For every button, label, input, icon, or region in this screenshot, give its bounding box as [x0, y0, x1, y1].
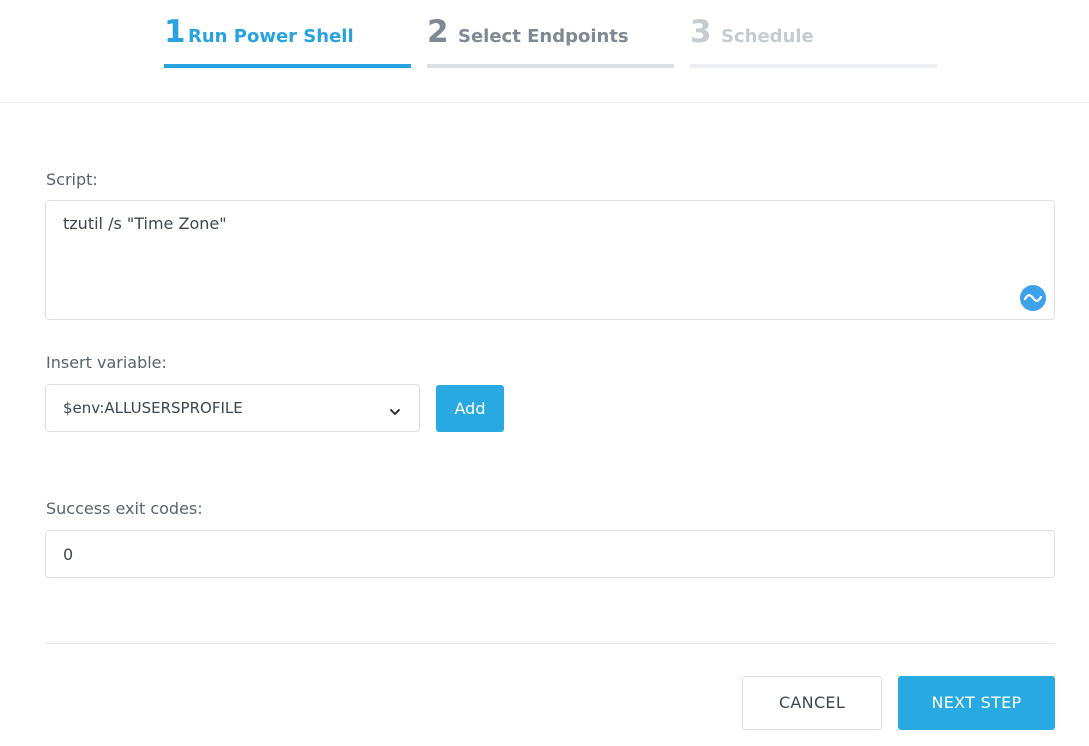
- variable-select-value: $env:ALLUSERSPROFILE: [63, 399, 243, 417]
- wizard-stepper: 1 Run Power Shell 2 Select Endpoints 3 S…: [0, 0, 1089, 103]
- script-text[interactable]: tzutil /s "Time Zone": [63, 214, 227, 233]
- add-variable-button[interactable]: Add: [436, 385, 504, 432]
- step-label: Run Power Shell: [188, 26, 354, 47]
- insert-variable-label: Insert variable:: [46, 353, 167, 372]
- script-label: Script:: [46, 170, 98, 189]
- step-number: 1: [164, 14, 186, 50]
- cancel-button[interactable]: CANCEL: [742, 676, 882, 730]
- script-editor[interactable]: tzutil /s "Time Zone": [45, 200, 1055, 320]
- chevron-down-icon: [389, 403, 401, 415]
- step-schedule[interactable]: 3 Schedule: [690, 0, 937, 70]
- step-number: 3: [690, 14, 712, 50]
- step-progress-bar: [427, 64, 674, 68]
- next-step-button[interactable]: NEXT STEP: [898, 676, 1055, 730]
- footer-divider: [45, 643, 1055, 644]
- step-run-power-shell[interactable]: 1 Run Power Shell: [164, 0, 411, 70]
- success-exit-codes-input[interactable]: 0: [45, 530, 1055, 578]
- exit-codes-value: 0: [63, 545, 74, 564]
- step-number: 2: [427, 14, 449, 50]
- variable-select[interactable]: $env:ALLUSERSPROFILE: [45, 384, 420, 432]
- step-label: Schedule: [721, 26, 814, 47]
- step-progress-bar: [690, 64, 937, 68]
- step-progress-bar: [164, 64, 411, 68]
- step-label: Select Endpoints: [458, 26, 629, 47]
- step-select-endpoints[interactable]: 2 Select Endpoints: [427, 0, 674, 70]
- success-exit-codes-label: Success exit codes:: [46, 499, 203, 518]
- wave-icon[interactable]: [1020, 285, 1046, 311]
